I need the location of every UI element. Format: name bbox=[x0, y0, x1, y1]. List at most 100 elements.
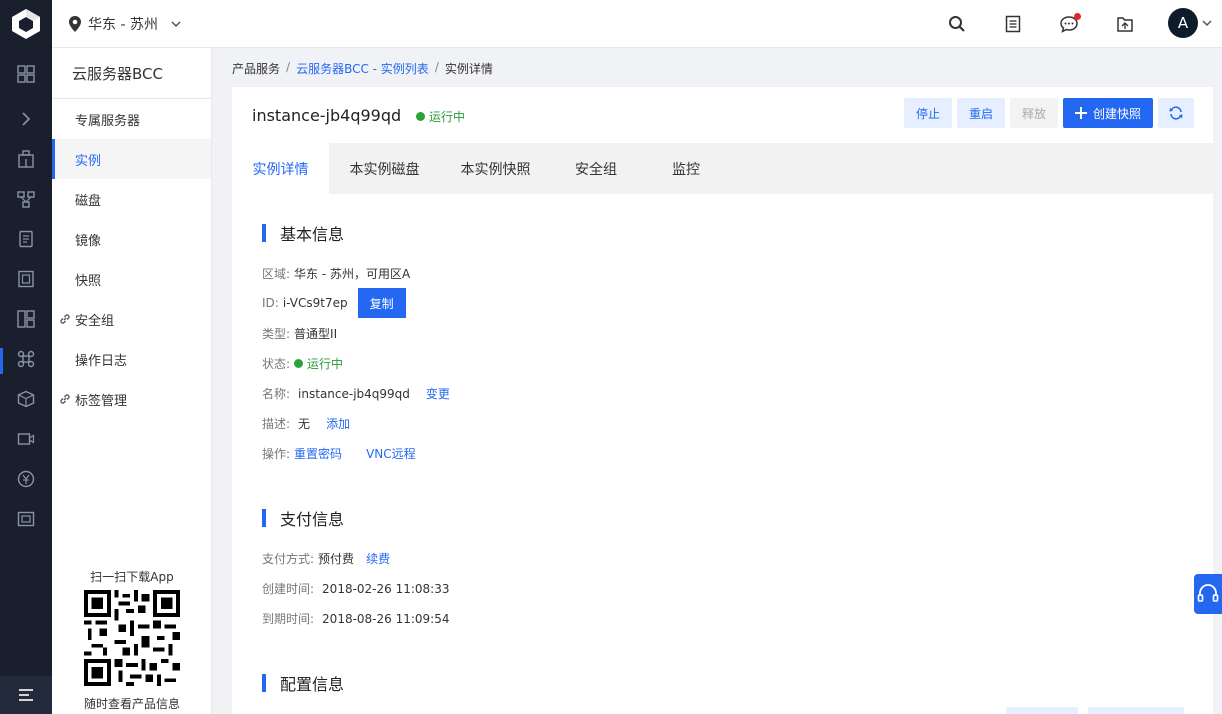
vnc-remote-link[interactable]: VNC远程 bbox=[366, 445, 416, 462]
payment-method-value: 预付费 bbox=[318, 552, 355, 566]
sidebar-item-snapshot[interactable]: 快照 bbox=[52, 259, 211, 299]
rail-building-icon[interactable] bbox=[0, 139, 52, 179]
breadcrumb-separator: / bbox=[286, 60, 291, 74]
left-rail bbox=[0, 48, 52, 714]
tab-monitor[interactable]: 监控 bbox=[641, 143, 731, 194]
sidebar-item-label: 实例 bbox=[75, 153, 102, 169]
avatar[interactable]: A bbox=[1168, 8, 1198, 38]
breadcrumb-separator: / bbox=[434, 60, 439, 74]
tab-security-group[interactable]: 安全组 bbox=[551, 143, 641, 194]
sidebar-item-label: 镜像 bbox=[75, 233, 102, 249]
reset-password-link[interactable]: 重置密码 bbox=[294, 445, 342, 462]
stop-button[interactable]: 停止 bbox=[904, 98, 952, 128]
chevron-down-icon bbox=[171, 21, 181, 28]
name-value: instance-jb4q99qd bbox=[298, 386, 410, 401]
expire-time-value: 2018-08-26 11:09:54 bbox=[322, 611, 450, 626]
breadcrumb-current: 实例详情 bbox=[444, 62, 493, 76]
sidebar-item-tag-management[interactable]: 标签管理 bbox=[52, 379, 211, 419]
rail-video-icon[interactable] bbox=[0, 419, 52, 459]
config-button-partial[interactable] bbox=[1088, 707, 1184, 714]
section-accent-bar bbox=[262, 509, 266, 527]
add-description-link[interactable]: 添加 bbox=[326, 415, 350, 432]
top-bar: 华东 - 苏州 A bbox=[0, 0, 1222, 48]
state-label: 状态: bbox=[262, 357, 291, 371]
release-button[interactable]: 释放 bbox=[1010, 98, 1058, 128]
menu-collapse-icon bbox=[19, 689, 33, 701]
status-dot bbox=[416, 112, 425, 121]
sidebar-item-label: 标签管理 bbox=[75, 393, 128, 409]
avatar-chevron-down-icon[interactable] bbox=[1201, 16, 1213, 30]
section-title: 支付信息 bbox=[280, 510, 345, 529]
tab-instance-detail[interactable]: 实例详情 bbox=[232, 143, 329, 194]
id-row: ID: i-VCs9t7ep 复制 bbox=[262, 288, 406, 318]
sidebar-item-operation-log[interactable]: 操作日志 bbox=[52, 339, 211, 379]
rail-id-card-icon[interactable] bbox=[0, 499, 52, 539]
rail-menu-toggle[interactable] bbox=[0, 676, 52, 714]
tab-instance-disks[interactable]: 本实例磁盘 bbox=[329, 143, 440, 194]
tab-instance-snapshots[interactable]: 本实例快照 bbox=[440, 143, 551, 194]
qr-caption-bottom: 随时查看产品信息 bbox=[83, 697, 180, 711]
rail-command-icon[interactable] bbox=[0, 339, 52, 379]
rail-expand-chevron-icon[interactable] bbox=[0, 99, 52, 139]
region-label: 华东 - 苏州 bbox=[88, 17, 158, 33]
sidebar-item-label: 专属服务器 bbox=[75, 113, 141, 129]
rail-box-icon[interactable] bbox=[0, 379, 52, 419]
sidebar-item-dedicated-server[interactable]: 专属服务器 bbox=[52, 99, 211, 139]
sidebar-item-instance[interactable]: 实例 bbox=[52, 139, 211, 179]
name-label: 名称: bbox=[262, 387, 291, 401]
created-time-value: 2018-02-26 11:08:33 bbox=[322, 581, 450, 596]
breadcrumb-root: 产品服务 bbox=[232, 62, 281, 76]
notification-dot bbox=[1074, 13, 1081, 20]
region-selector[interactable]: 华东 - 苏州 bbox=[68, 14, 182, 34]
headset-icon bbox=[1197, 584, 1219, 602]
config-button-partial[interactable] bbox=[1006, 707, 1078, 714]
restart-button[interactable]: 重启 bbox=[957, 98, 1005, 128]
section-title: 配置信息 bbox=[280, 675, 345, 694]
copy-button[interactable]: 复制 bbox=[357, 288, 406, 318]
operations-row: 操作: 重置密码 VNC远程 bbox=[262, 445, 416, 462]
breadcrumb: 产品服务 / 云服务器BCC - 实例列表 / 实例详情 bbox=[232, 60, 493, 77]
section-title: 基本信息 bbox=[280, 225, 345, 244]
logo[interactable] bbox=[0, 0, 52, 48]
state-row: 状态: 运行中 bbox=[262, 355, 343, 372]
description-value: 无 bbox=[298, 417, 311, 431]
rail-network-icon[interactable] bbox=[0, 179, 52, 219]
document-list-icon[interactable] bbox=[1002, 13, 1024, 35]
create-snapshot-button[interactable]: 创建快照 bbox=[1063, 98, 1153, 128]
instance-detail-card: instance-jb4q99qd 运行中 停止 重启 释放 创建快照 实例详情… bbox=[232, 87, 1213, 714]
expire-time-label: 到期时间: bbox=[262, 612, 315, 626]
sidebar-item-image[interactable]: 镜像 bbox=[52, 219, 211, 259]
sidebar-item-label: 操作日志 bbox=[75, 353, 128, 369]
sidebar-item-security-group[interactable]: 安全组 bbox=[52, 299, 211, 339]
qr-code[interactable] bbox=[84, 590, 180, 686]
renew-link[interactable]: 续费 bbox=[366, 550, 390, 567]
rail-document-icon[interactable] bbox=[0, 219, 52, 259]
type-label: 类型: bbox=[262, 327, 291, 341]
rail-storage-icon[interactable] bbox=[0, 259, 52, 299]
description-row: 描述: 无 添加 bbox=[262, 415, 350, 432]
search-icon[interactable] bbox=[946, 13, 968, 35]
link-icon bbox=[60, 394, 70, 404]
sidebar-item-label: 快照 bbox=[75, 273, 102, 289]
refresh-button[interactable] bbox=[1158, 98, 1194, 128]
link-icon bbox=[60, 314, 70, 324]
expire-time-row: 到期时间: 2018-08-26 11:09:54 bbox=[262, 610, 450, 627]
created-time-row: 创建时间: 2018-02-26 11:08:33 bbox=[262, 580, 450, 597]
created-time-label: 创建时间: bbox=[262, 582, 315, 596]
rail-dashboard-icon[interactable] bbox=[0, 54, 52, 94]
operations-label: 操作: bbox=[262, 447, 291, 461]
change-name-link[interactable]: 变更 bbox=[426, 385, 450, 402]
breadcrumb-instance-list-link[interactable]: 云服务器BCC - 实例列表 bbox=[296, 60, 429, 77]
section-payment-info: 支付信息 bbox=[262, 506, 344, 530]
customer-service-button[interactable] bbox=[1194, 574, 1222, 614]
sidebar-item-disk[interactable]: 磁盘 bbox=[52, 179, 211, 219]
payment-method-label: 支付方式: bbox=[262, 552, 315, 566]
tab-bar: 实例详情 本实例磁盘 本实例快照 安全组 监控 bbox=[232, 143, 1213, 194]
rail-apps-icon[interactable] bbox=[0, 299, 52, 339]
section-config-info: 配置信息 bbox=[262, 671, 344, 695]
folder-transfer-icon[interactable] bbox=[1114, 13, 1136, 35]
id-value: i-VCs9t7ep bbox=[282, 296, 348, 310]
region-label: 区域: bbox=[262, 267, 291, 281]
rail-yen-icon[interactable] bbox=[0, 459, 52, 499]
sidebar-title: 云服务器BCC bbox=[52, 48, 211, 99]
